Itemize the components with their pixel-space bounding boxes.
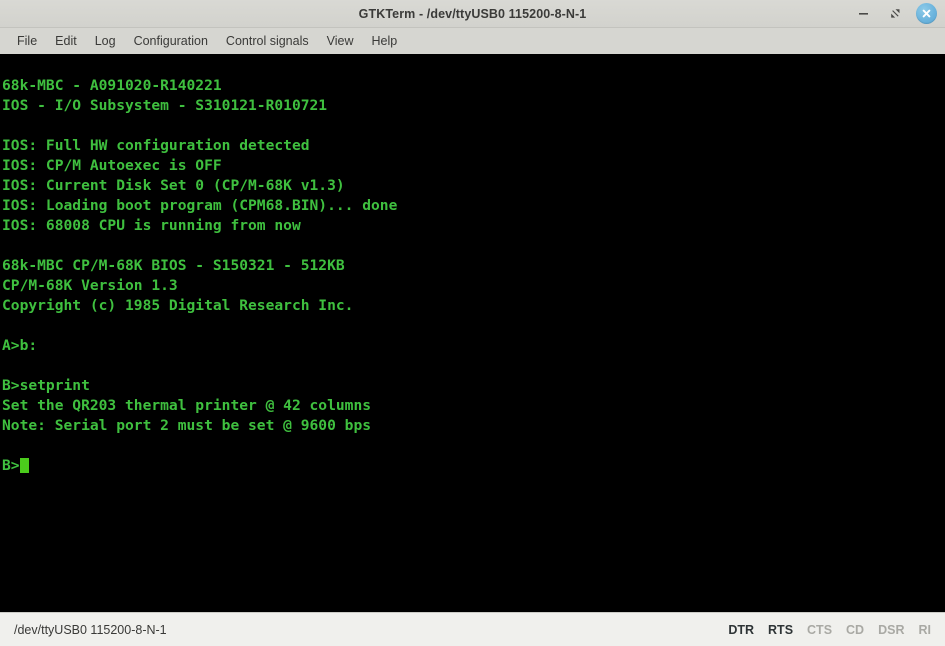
control-signal-indicators: DTR RTS CTS CD DSR RI: [728, 623, 931, 637]
terminal-cursor: [19, 458, 29, 473]
terminal-line: A>b:: [2, 337, 38, 354]
terminal-line: IOS: Current Disk Set 0 (CP/M-68K v1.3): [2, 177, 345, 194]
terminal-line: IOS: Full HW configuration detected: [2, 137, 310, 154]
terminal-output-area[interactable]: 68k-MBC - A091020-R140221 IOS - I/O Subsy…: [0, 54, 945, 612]
menu-item-log[interactable]: Log: [86, 31, 125, 51]
menu-item-edit[interactable]: Edit: [46, 31, 86, 51]
terminal-text: 68k-MBC - A091020-R140221 IOS - I/O Subsy…: [0, 54, 945, 476]
menu-item-file[interactable]: File: [8, 31, 46, 51]
signal-indicator-cd: CD: [846, 622, 865, 637]
window-controls: [852, 0, 941, 27]
terminal-line: 68k-MBC - A091020-R140221: [2, 77, 222, 94]
terminal-line: Set the QR203 thermal printer @ 42 colum…: [2, 397, 372, 414]
title-bar: GTKTerm - /dev/ttyUSB0 115200-8-N-1: [0, 0, 945, 28]
terminal-line: Note: Serial port 2 must be set @ 9600 b…: [2, 417, 372, 434]
status-bar: /dev/ttyUSB0 115200-8-N-1 DTR RTS CTS CD DSR…: [0, 612, 945, 646]
signal-indicator-ri: RI: [918, 622, 932, 637]
terminal-line: IOS: CP/M Autoexec is OFF: [2, 157, 222, 174]
terminal-line: IOS - I/O Subsystem - S310121-R010721: [2, 97, 328, 114]
menu-item-control-signals[interactable]: Control signals: [217, 31, 318, 51]
terminal-prompt: B>: [2, 457, 20, 474]
terminal-line: Copyright (c) 1985 Digital Research Inc.: [2, 297, 354, 314]
signal-indicator-rts: RTS: [768, 622, 794, 637]
terminal-line: CP/M-68K Version 1.3: [2, 277, 178, 294]
maximize-icon[interactable]: [884, 3, 906, 25]
terminal-line: B>setprint: [2, 377, 90, 394]
serial-port-status: /dev/ttyUSB0 115200-8-N-1: [14, 622, 167, 637]
minimize-icon[interactable]: [852, 3, 874, 25]
terminal-line: IOS: Loading boot program (CPM68.BIN)...…: [2, 197, 398, 214]
signal-indicator-dsr: DSR: [878, 622, 905, 637]
gtkterm-window: GTKTerm - /dev/ttyUSB0 115200-8-N-1 File…: [0, 0, 945, 646]
terminal-line: 68k-MBC CP/M-68K BIOS - S150321 - 512KB: [2, 257, 345, 274]
close-icon[interactable]: [916, 3, 937, 24]
menu-item-view[interactable]: View: [318, 31, 363, 51]
signal-indicator-dtr: DTR: [728, 622, 755, 637]
terminal-prompt-line: B>: [2, 456, 945, 476]
menu-bar: File Edit Log Configuration Control sign…: [0, 28, 945, 54]
window-title: GTKTerm - /dev/ttyUSB0 115200-8-N-1: [358, 6, 587, 21]
signal-indicator-cts: CTS: [807, 622, 833, 637]
menu-item-configuration[interactable]: Configuration: [125, 31, 217, 51]
menu-item-help[interactable]: Help: [362, 31, 406, 51]
terminal-line: IOS: 68008 CPU is running from now: [2, 217, 301, 234]
